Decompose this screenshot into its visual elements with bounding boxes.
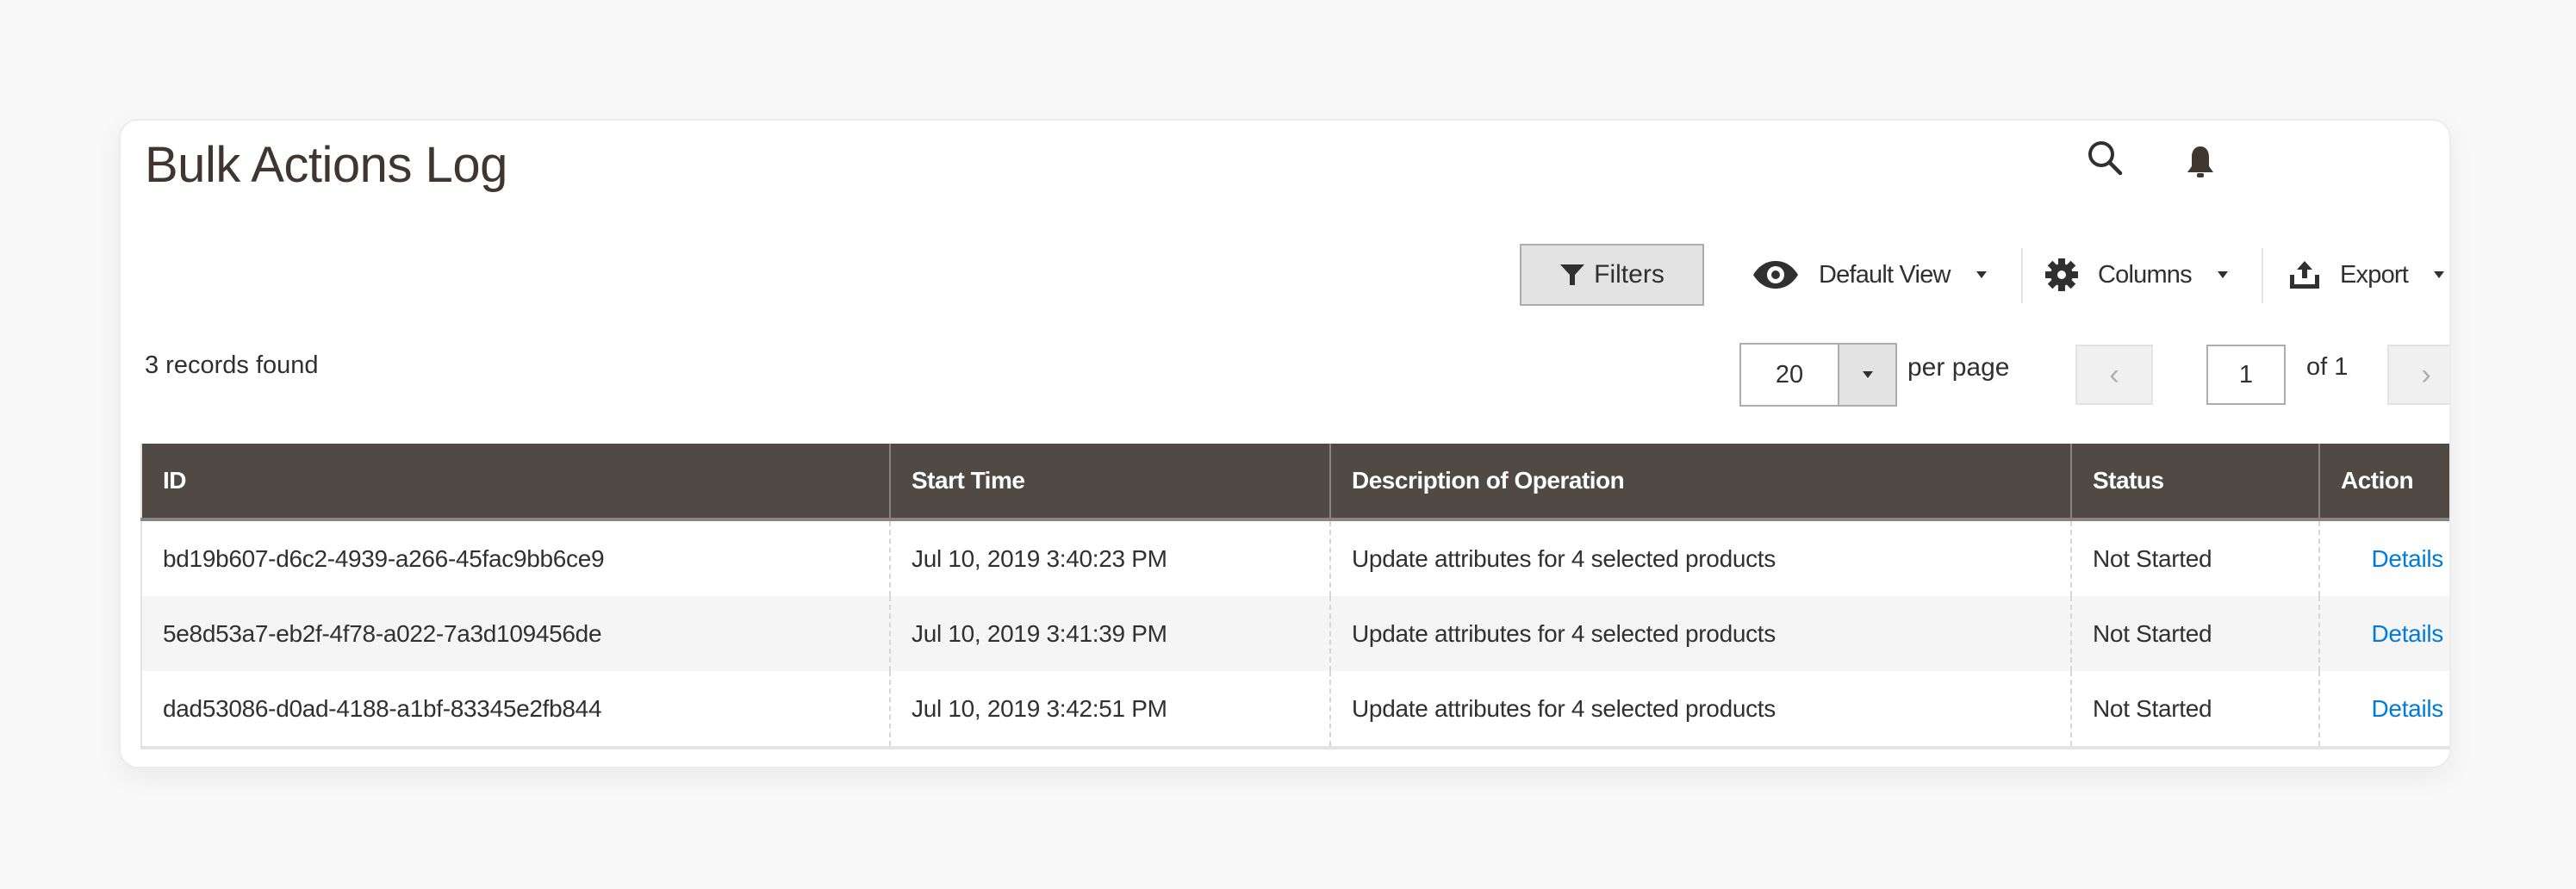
bulk-actions-log-panel: Bulk Actions Log Filters Default View Co… — [119, 119, 2451, 768]
default-view-dropdown[interactable]: Default View — [1752, 244, 1987, 306]
current-page-input[interactable] — [2206, 345, 2286, 405]
cell-start-time: Jul 10, 2019 3:40:23 PM — [889, 519, 1330, 596]
details-link[interactable]: Details — [2372, 695, 2444, 722]
search-icon — [2088, 141, 2123, 176]
per-page-toggle[interactable] — [1839, 345, 1895, 405]
notifications-button[interactable] — [2181, 140, 2219, 184]
filters-button[interactable]: Filters — [1520, 244, 1704, 306]
toolbar-divider — [2262, 248, 2263, 303]
table-row: bd19b607-d6c2-4939-a266-45fac9bb6ce9 Jul… — [141, 519, 2449, 596]
cell-description: Update attributes for 4 selected product… — [1329, 519, 2071, 596]
export-label: Export — [2340, 260, 2409, 289]
chevron-right-icon: › — [2421, 357, 2431, 391]
cell-id: dad53086-d0ad-4188-a1bf-83345e2fb844 — [163, 694, 602, 722]
export-dropdown[interactable]: Export — [2288, 244, 2445, 306]
per-page-value[interactable]: 20 — [1741, 345, 1839, 405]
cell-status: Not Started — [2070, 596, 2319, 671]
cell-status: Not Started — [2070, 519, 2319, 596]
column-header-status[interactable]: Status — [2070, 444, 2319, 521]
column-header-action: Action — [2318, 444, 2449, 521]
funnel-icon — [1560, 264, 1585, 285]
cell-action: Details — [2318, 519, 2449, 596]
columns-label: Columns — [2098, 260, 2193, 289]
bulk-actions-table: ID Start Time Description of Operation S… — [140, 444, 2449, 749]
cell-status: Not Started — [2070, 671, 2319, 748]
bell-icon — [2187, 146, 2213, 177]
column-header-id[interactable]: ID — [141, 444, 890, 521]
eye-icon — [1753, 261, 1798, 289]
column-header-description[interactable]: Description of Operation — [1329, 444, 2071, 521]
previous-page-button[interactable]: ‹ — [2075, 345, 2153, 405]
column-header-start-time[interactable]: Start Time — [889, 444, 1330, 521]
chevron-down-icon — [1862, 371, 1873, 378]
search-button[interactable] — [2083, 136, 2128, 181]
cell-start-time: Jul 10, 2019 3:42:51 PM — [889, 671, 1330, 748]
details-link[interactable]: Details — [2372, 545, 2444, 572]
per-page-select[interactable]: 20 — [1739, 343, 1897, 407]
chevron-down-icon — [1976, 271, 1987, 278]
chevron-down-icon — [2217, 271, 2228, 278]
toolbar-divider — [2021, 248, 2023, 303]
total-pages-label: of 1 — [2306, 353, 2349, 381]
chevron-down-icon — [2434, 271, 2445, 278]
cell-action: Details — [2318, 671, 2449, 748]
cell-description: Update attributes for 4 selected product… — [1329, 671, 2071, 748]
next-page-button[interactable]: › — [2387, 345, 2449, 405]
cell-description: Update attributes for 4 selected product… — [1329, 596, 2071, 671]
cell-id: 5e8d53a7-eb2f-4f78-a022-7a3d109456de — [141, 596, 890, 671]
per-page-label: per page — [1907, 353, 2010, 382]
cell-id: bd19b607-d6c2-4939-a266-45fac9bb6ce9 — [163, 544, 605, 572]
details-link[interactable]: Details — [2372, 620, 2444, 647]
table-row: dad53086-d0ad-4188-a1bf-83345e2fb844 Jul… — [141, 671, 2449, 748]
page-title: Bulk Actions Log — [145, 137, 507, 193]
default-view-label: Default View — [1819, 260, 1951, 289]
cell-action: Details — [2318, 596, 2449, 671]
table-row: 5e8d53a7-eb2f-4f78-a022-7a3d109456de Jul… — [141, 596, 2449, 671]
filters-label: Filters — [1594, 260, 1664, 289]
table-header-row: ID Start Time Description of Operation S… — [141, 444, 2449, 521]
columns-dropdown[interactable]: Columns — [2044, 244, 2228, 306]
chevron-left-icon: ‹ — [2109, 357, 2119, 391]
gear-icon — [2045, 258, 2078, 291]
cell-start-time: Jul 10, 2019 3:41:39 PM — [889, 596, 1330, 671]
upload-icon — [2290, 261, 2319, 289]
records-found-count: 3 records found — [145, 351, 319, 379]
